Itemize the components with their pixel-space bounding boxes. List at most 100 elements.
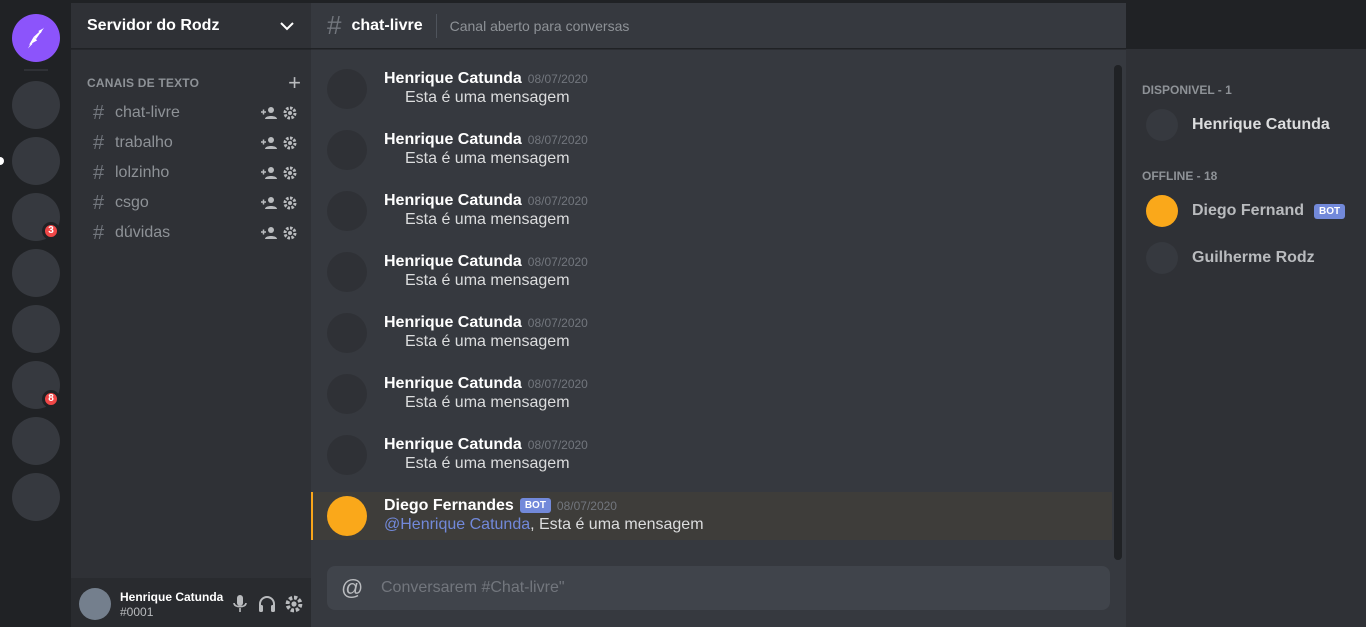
avatar [1146, 109, 1178, 141]
server-icon[interactable] [12, 81, 60, 129]
avatar[interactable] [327, 191, 367, 231]
hash-icon: # [93, 131, 105, 154]
gear-icon[interactable] [283, 106, 297, 120]
avatar[interactable] [327, 435, 367, 475]
avatar[interactable] [327, 130, 367, 170]
invite-icon[interactable] [261, 136, 277, 150]
channel-item-chat-livre[interactable]: # chat-livre [79, 98, 303, 128]
user-mention[interactable]: @Henrique Catunda [384, 516, 530, 533]
member-item[interactable]: Diego Fernand BOT [1126, 189, 1366, 233]
bot-avatar [1146, 195, 1178, 227]
online-group-label: DISPONIVEL - 1 [1142, 83, 1232, 97]
headphones-icon[interactable] [257, 594, 277, 614]
channel-item-duvidas[interactable]: # dúvidas [79, 218, 303, 248]
user-name: Henrique Catunda [120, 589, 224, 604]
scrollbar-track[interactable] [1114, 65, 1122, 560]
invite-icon[interactable] [261, 226, 277, 240]
user-panel: Henrique Catunda #0001 [71, 578, 311, 627]
gear-icon[interactable] [283, 166, 297, 180]
message-author[interactable]: Henrique Catunda [384, 70, 522, 88]
offline-group-label: OFFLINE - 18 [1142, 169, 1218, 183]
channel-name: trabalho [115, 134, 173, 151]
server-header[interactable]: Servidor do Rodz [71, 3, 311, 49]
bot-badge: BOT [519, 498, 551, 513]
message-text-body: , Esta é uma mensagem [530, 516, 704, 533]
server-icon[interactable] [12, 473, 60, 521]
channel-item-trabalho[interactable]: # trabalho [79, 128, 303, 158]
message-timestamp: 08/07/2020 [527, 133, 588, 147]
member-name: Diego Fernand [1192, 202, 1305, 219]
channel-header: # chat-livre Canal aberto para conversas [311, 3, 1126, 49]
message-author[interactable]: Henrique Catunda [384, 192, 522, 210]
gear-icon[interactable] [285, 595, 303, 613]
microphone-icon[interactable] [231, 594, 249, 614]
message-text: Esta é uma mensagem [405, 333, 570, 350]
channel-topic: Canal aberto para conversas [449, 17, 630, 34]
message-timestamp: 08/07/2020 [556, 499, 617, 513]
channel-category[interactable]: CANAIS DE TEXTO + [71, 72, 311, 94]
gear-icon[interactable] [283, 136, 297, 150]
scrollbar-thumb[interactable] [1114, 65, 1122, 560]
member-item[interactable]: Guilherme Rodz [1126, 236, 1366, 280]
message-input[interactable] [381, 579, 1096, 597]
chevron-down-icon [280, 21, 294, 30]
mention-badge: 8 [42, 390, 60, 408]
message: Henrique Catunda 08/07/2020 Esta é uma me… [311, 126, 1112, 187]
mention-message: Diego Fernandes BOT 08/07/2020 @Henrique… [311, 492, 1112, 540]
server-icon[interactable] [12, 417, 60, 465]
gear-icon[interactable] [283, 226, 297, 240]
channel-sidebar: Servidor do Rodz CANAIS DE TEXTO + # cha… [71, 3, 311, 627]
message-text: Esta é uma mensagem [405, 150, 570, 167]
channel-name: chat-livre [115, 104, 180, 121]
discord-app: 3 8 Servidor do Rodz CANAIS DE TEXTO + #… [0, 0, 1366, 627]
home-button[interactable] [12, 14, 60, 62]
rocketseat-logo-icon [27, 27, 45, 49]
bot-avatar[interactable] [327, 496, 367, 536]
user-tag: #0001 [120, 604, 154, 619]
message-timestamp: 08/07/2020 [527, 316, 588, 330]
message-text: @Henrique Catunda, Esta é uma mensagem [384, 516, 1112, 534]
message-text: Esta é uma mensagem [405, 211, 570, 228]
at-icon[interactable]: @ [341, 575, 381, 601]
channel-name: dúvidas [115, 224, 171, 241]
message-timestamp: 08/07/2020 [527, 72, 588, 86]
hash-icon: # [93, 191, 105, 214]
message-author[interactable]: Henrique Catunda [384, 314, 522, 332]
message-author[interactable]: Henrique Catunda [384, 131, 522, 149]
message-text: Esta é uma mensagem [405, 272, 570, 289]
member-list: DISPONIVEL - 1 Henrique Catunda OFFLINE … [1126, 49, 1366, 627]
server-icon[interactable] [12, 249, 60, 297]
add-channel-icon[interactable]: + [288, 72, 301, 94]
bot-badge: BOT [1314, 203, 1346, 219]
message-timestamp: 08/07/2020 [527, 438, 588, 452]
invite-icon[interactable] [261, 106, 277, 120]
server-icon[interactable] [12, 137, 60, 185]
message-list: Henrique Catunda 08/07/2020 Esta é uma me… [311, 65, 1112, 540]
selected-server-indicator [0, 157, 4, 165]
message-author[interactable]: Henrique Catunda [384, 375, 522, 393]
avatar[interactable] [327, 374, 367, 414]
message-text: Esta é uma mensagem [405, 394, 570, 411]
channel-item-csgo[interactable]: # csgo [79, 188, 303, 218]
rail-separator [24, 69, 48, 71]
avatar[interactable] [327, 69, 367, 109]
message-author[interactable]: Henrique Catunda [384, 253, 522, 271]
avatar[interactable] [327, 313, 367, 353]
member-item[interactable]: Henrique Catunda [1126, 103, 1366, 147]
user-info[interactable]: Henrique Catunda #0001 [120, 590, 231, 619]
server-icon[interactable] [12, 305, 60, 353]
category-label: CANAIS DE TEXTO [87, 76, 200, 90]
member-name: Guilherme Rodz [1192, 249, 1315, 266]
gear-icon[interactable] [283, 196, 297, 210]
message: Henrique Catunda 08/07/2020 Esta é uma me… [311, 309, 1112, 370]
avatar[interactable] [327, 252, 367, 292]
hash-icon: # [93, 161, 105, 184]
channel-item-lolzinho[interactable]: # lolzinho [79, 158, 303, 188]
message-author[interactable]: Diego Fernandes [384, 497, 514, 515]
message-author[interactable]: Henrique Catunda [384, 436, 522, 454]
invite-icon[interactable] [261, 166, 277, 180]
member-name: Henrique Catunda [1192, 116, 1330, 133]
avatar[interactable] [79, 588, 111, 620]
invite-icon[interactable] [261, 196, 277, 210]
message: Henrique Catunda 08/07/2020 Esta é uma me… [311, 431, 1112, 492]
